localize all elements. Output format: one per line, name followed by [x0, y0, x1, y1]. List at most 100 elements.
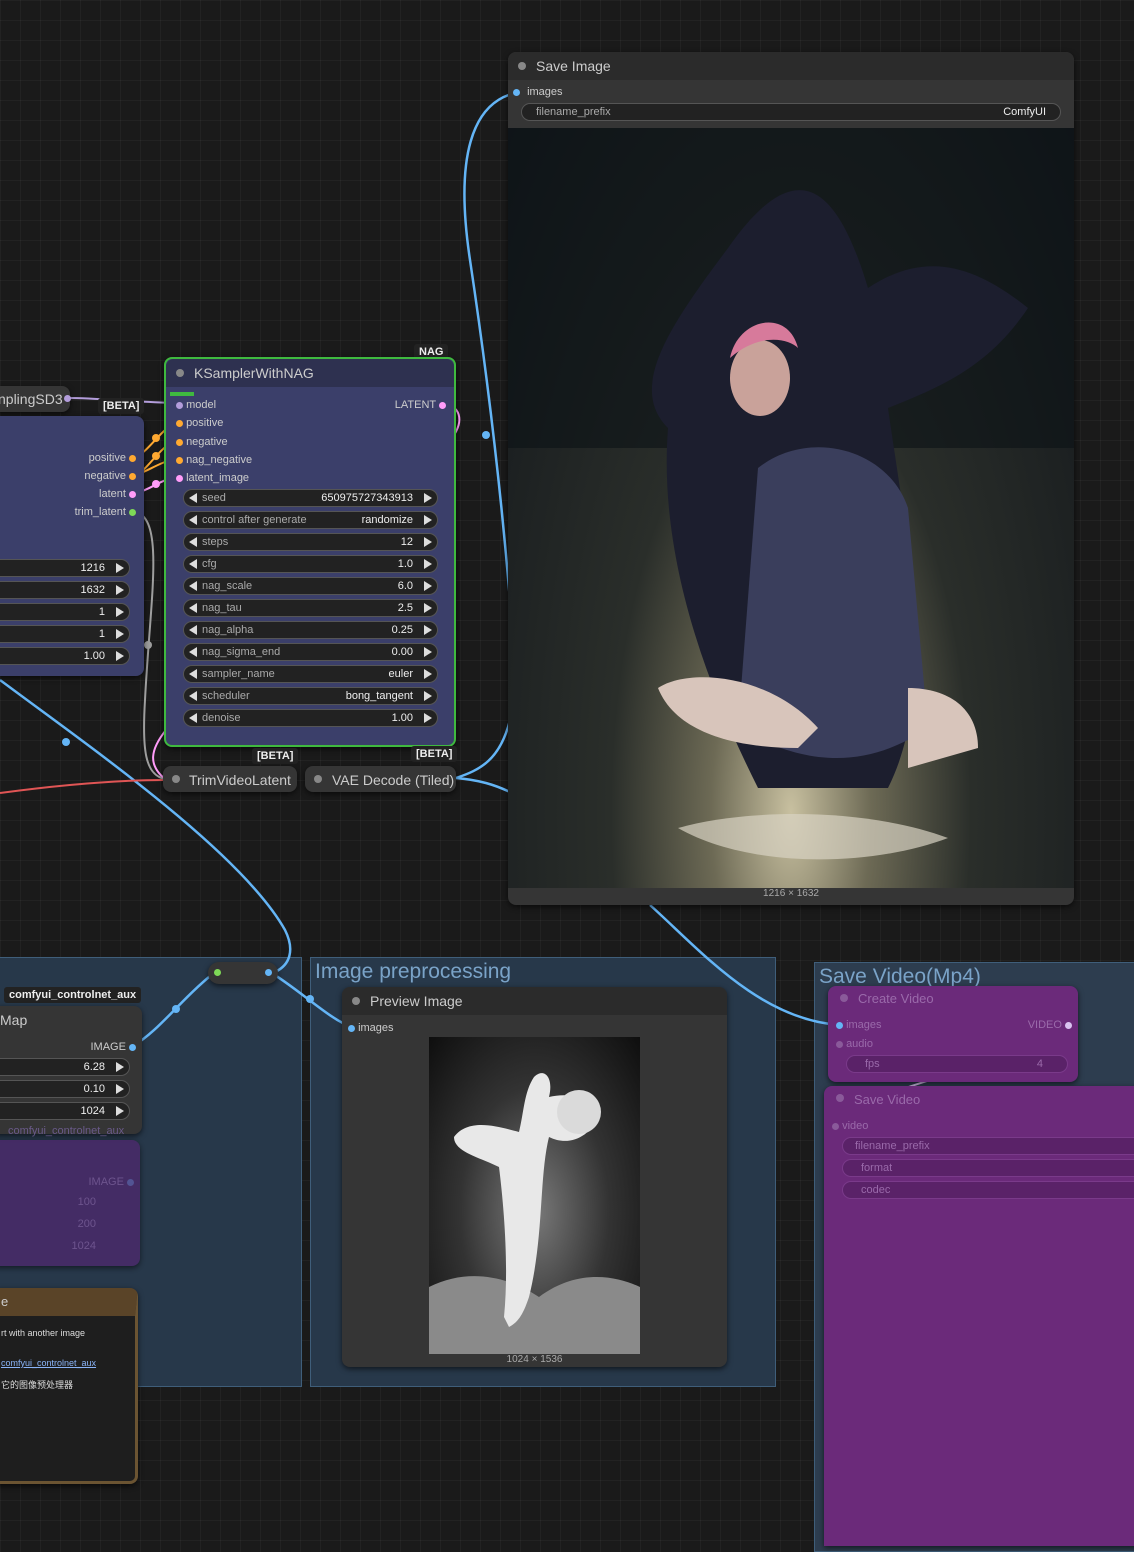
collapse-dot-icon[interactable] [352, 997, 360, 1005]
conditioning-pin-icon[interactable] [176, 419, 183, 427]
strength-widget[interactable]: 1.00 [0, 647, 130, 665]
int-pin-icon[interactable] [129, 508, 136, 516]
conditioning-pin-icon[interactable] [129, 454, 136, 462]
widget-control-after-generate[interactable]: control after generate randomize [183, 511, 438, 529]
ksampler-with-nag-node[interactable]: KSamplerWithNAG model positive negative … [164, 357, 456, 747]
increment-arrow-icon[interactable] [116, 1106, 124, 1116]
create-video-node[interactable]: Create Video images audio VIDEO fps 4 [828, 986, 1078, 1082]
collapse-dot-icon[interactable] [840, 994, 848, 1002]
decrement-arrow-icon[interactable] [189, 537, 197, 547]
output-slot-image[interactable]: IMAGE [88, 1176, 134, 1188]
decrement-arrow-icon[interactable] [189, 625, 197, 635]
decrement-arrow-icon[interactable] [189, 493, 197, 503]
increment-arrow-icon[interactable] [424, 515, 432, 525]
reroute-node[interactable] [208, 962, 278, 984]
batch-size-widget[interactable]: 1 [0, 625, 130, 643]
sampling-sd3-node[interactable]: nplingSD3 [0, 386, 71, 412]
video-pin-icon[interactable] [1065, 1021, 1072, 1029]
image-pin-icon[interactable] [348, 1024, 355, 1032]
increment-arrow-icon[interactable] [424, 581, 432, 591]
vae-decode-tiled-node[interactable]: VAE Decode (Tiled) [305, 766, 456, 792]
increment-arrow-icon[interactable] [116, 1062, 124, 1072]
input-pin-icon[interactable] [214, 969, 221, 976]
decrement-arrow-icon[interactable] [189, 691, 197, 701]
widget-seed[interactable]: seed 650975727343913 [183, 489, 438, 507]
increment-arrow-icon[interactable] [116, 651, 124, 661]
input-slot-video[interactable]: video [832, 1120, 868, 1132]
decrement-arrow-icon[interactable] [189, 581, 197, 591]
collapse-dot-icon[interactable] [172, 775, 180, 783]
increment-arrow-icon[interactable] [424, 537, 432, 547]
length-widget[interactable]: 1 [0, 603, 130, 621]
output-slot-latent[interactable]: latent [99, 488, 136, 500]
filename-prefix-widget[interactable]: filename_prefix ComfyUI [521, 103, 1061, 121]
widget-nag-alpha[interactable]: nag_alpha 0.25 [183, 621, 438, 639]
decrement-arrow-icon[interactable] [189, 515, 197, 525]
input-slot-images[interactable]: images [836, 1019, 882, 1031]
format-widget[interactable]: format [842, 1159, 1134, 1177]
note-link[interactable]: comfyui_controlnet_aux [1, 1358, 96, 1368]
controlnet-map-node[interactable]: Map IMAGE 6.28 0.10 1024 [0, 1006, 142, 1134]
increment-arrow-icon[interactable] [116, 585, 124, 595]
input-slot-positive[interactable]: positive [176, 417, 223, 429]
latent-pin-icon[interactable] [176, 474, 183, 482]
collapse-dot-icon[interactable] [176, 369, 184, 377]
image-pin-icon[interactable] [836, 1021, 843, 1029]
decrement-arrow-icon[interactable] [189, 669, 197, 679]
image-pin-icon[interactable] [127, 1178, 134, 1186]
widget-steps[interactable]: steps 12 [183, 533, 438, 551]
increment-arrow-icon[interactable] [116, 1084, 124, 1094]
image-pin-icon[interactable] [513, 88, 520, 96]
controlnet-bypassed-node[interactable]: IMAGE 100 200 1024 [0, 1140, 140, 1266]
image-pin-icon[interactable] [265, 969, 272, 976]
param-widget-1[interactable]: 6.28 [0, 1058, 130, 1076]
latent-pin-icon[interactable] [129, 490, 136, 498]
widget-cfg[interactable]: cfg 1.0 [183, 555, 438, 573]
input-slot-audio[interactable]: audio [836, 1038, 873, 1050]
collapse-dot-icon[interactable] [314, 775, 322, 783]
width-widget[interactable]: 1216 [0, 559, 130, 577]
decrement-arrow-icon[interactable] [189, 647, 197, 657]
node-title-bar[interactable]: Preview Image [342, 987, 727, 1015]
widget-nag-sigma-end[interactable]: nag_sigma_end 0.00 [183, 643, 438, 661]
input-slot-negative[interactable]: negative [176, 436, 228, 448]
increment-arrow-icon[interactable] [116, 629, 124, 639]
output-slot-positive[interactable]: positive [89, 452, 136, 464]
output-slot-trim-latent[interactable]: trim_latent [75, 506, 136, 518]
resolution-widget[interactable]: 1024 [0, 1102, 130, 1120]
param-widget-2[interactable]: 0.10 [0, 1080, 130, 1098]
latent-params-node[interactable]: positive negative latent trim_latent 121… [0, 416, 144, 676]
input-slot-model[interactable]: model [176, 399, 216, 411]
increment-arrow-icon[interactable] [116, 607, 124, 617]
collapse-dot-icon[interactable] [518, 62, 526, 70]
save-video-node[interactable]: Save Video video filename_prefix format … [824, 1086, 1134, 1546]
note-node[interactable]: e rt with another image comfyui_controln… [0, 1288, 138, 1484]
decrement-arrow-icon[interactable] [189, 713, 197, 723]
widget-nag-scale[interactable]: nag_scale 6.0 [183, 577, 438, 595]
codec-widget[interactable]: codec [842, 1181, 1134, 1199]
latent-pin-icon[interactable] [439, 401, 446, 409]
widget-sampler-name[interactable]: sampler_name euler [183, 665, 438, 683]
collapse-dot-icon[interactable] [836, 1094, 844, 1102]
widget-nag-tau[interactable]: nag_tau 2.5 [183, 599, 438, 617]
output-slot-video[interactable]: VIDEO [1028, 1019, 1072, 1031]
increment-arrow-icon[interactable] [424, 647, 432, 657]
increment-arrow-icon[interactable] [424, 713, 432, 723]
increment-arrow-icon[interactable] [424, 493, 432, 503]
input-slot-images[interactable]: images [348, 1022, 394, 1034]
conditioning-pin-icon[interactable] [176, 456, 183, 464]
fps-widget[interactable]: fps 4 [846, 1055, 1068, 1073]
node-title-bar[interactable]: KSamplerWithNAG [166, 359, 454, 387]
output-slot-image[interactable]: IMAGE [90, 1041, 136, 1053]
conditioning-pin-icon[interactable] [176, 438, 183, 446]
image-pin-icon[interactable] [129, 1043, 136, 1051]
input-slot-nag-negative[interactable]: nag_negative [176, 454, 252, 466]
decrement-arrow-icon[interactable] [189, 603, 197, 613]
widget-scheduler[interactable]: scheduler bong_tangent [183, 687, 438, 705]
filename-prefix-widget[interactable]: filename_prefix [842, 1137, 1134, 1155]
increment-arrow-icon[interactable] [116, 563, 124, 573]
increment-arrow-icon[interactable] [424, 669, 432, 679]
increment-arrow-icon[interactable] [424, 625, 432, 635]
input-slot-images[interactable]: images [513, 86, 563, 98]
height-widget[interactable]: 1632 [0, 581, 130, 599]
